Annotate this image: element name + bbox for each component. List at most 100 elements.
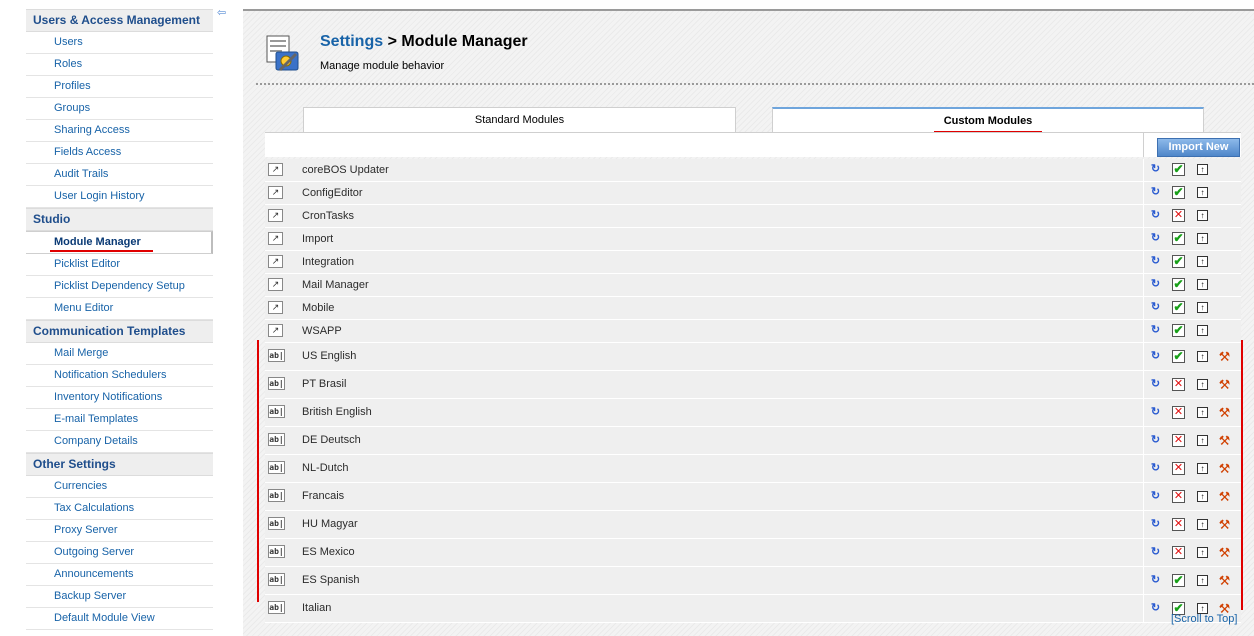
sidebar-item-roles[interactable]: Roles: [26, 54, 213, 76]
sidebar-item-module-manager[interactable]: Module Manager: [26, 231, 213, 254]
text-field-icon: ab|: [268, 573, 285, 586]
cross-icon[interactable]: ✕: [1172, 546, 1185, 559]
sidebar-item-sharing-access[interactable]: Sharing Access: [26, 120, 213, 142]
refresh-icon[interactable]: ↻: [1149, 406, 1162, 419]
export-icon[interactable]: ↑: [1197, 519, 1208, 530]
cross-icon[interactable]: ✕: [1172, 209, 1185, 222]
column-divider: [1143, 399, 1144, 426]
sidebar-item-tax-calculations[interactable]: Tax Calculations: [26, 498, 213, 520]
sidebar-item-groups[interactable]: Groups: [26, 98, 213, 120]
export-icon[interactable]: ↑: [1197, 351, 1208, 362]
sidebar-item-label: Module Manager: [54, 236, 141, 248]
export-icon[interactable]: ↑: [1197, 463, 1208, 474]
check-icon[interactable]: ✔: [1172, 324, 1185, 337]
cross-icon[interactable]: ✕: [1172, 490, 1185, 503]
collapse-sidebar-icon[interactable]: ⇦: [217, 6, 226, 19]
check-icon[interactable]: ✔: [1172, 574, 1185, 587]
refresh-icon[interactable]: ↻: [1149, 490, 1162, 503]
tab-standard-modules[interactable]: Standard Modules: [303, 107, 736, 132]
sidebar-item-announcements[interactable]: Announcements: [26, 564, 213, 586]
sidebar-item-picklist-editor[interactable]: Picklist Editor: [26, 254, 213, 276]
module-name: PT Brasil: [302, 378, 347, 390]
refresh-icon[interactable]: ↻: [1149, 232, 1162, 245]
refresh-icon[interactable]: ↻: [1149, 301, 1162, 314]
export-icon[interactable]: ↑: [1197, 256, 1208, 267]
sidebar-item-menu-editor[interactable]: Menu Editor: [26, 298, 213, 320]
export-icon[interactable]: ↑: [1197, 325, 1208, 336]
export-icon[interactable]: ↑: [1197, 575, 1208, 586]
export-icon[interactable]: ↑: [1197, 233, 1208, 244]
cross-icon[interactable]: ✕: [1172, 378, 1185, 391]
wrench-icon[interactable]: ⚒: [1218, 518, 1231, 531]
refresh-icon[interactable]: ↻: [1149, 546, 1162, 559]
external-link-icon: ↗: [268, 324, 283, 337]
export-icon[interactable]: ↑: [1197, 407, 1208, 418]
refresh-icon[interactable]: ↻: [1149, 278, 1162, 291]
sidebar-item-fields-access[interactable]: Fields Access: [26, 142, 213, 164]
refresh-icon[interactable]: ↻: [1149, 518, 1162, 531]
breadcrumb-settings-link[interactable]: Settings: [320, 33, 383, 50]
refresh-icon[interactable]: ↻: [1149, 163, 1162, 176]
refresh-icon[interactable]: ↻: [1149, 462, 1162, 475]
sidebar-item-proxy-server[interactable]: Proxy Server: [26, 520, 213, 542]
refresh-icon[interactable]: ↻: [1149, 574, 1162, 587]
refresh-icon[interactable]: ↻: [1149, 350, 1162, 363]
check-icon[interactable]: ✔: [1172, 301, 1185, 314]
check-icon[interactable]: ✔: [1172, 186, 1185, 199]
wrench-icon[interactable]: ⚒: [1218, 462, 1231, 475]
sidebar-item-picklist-dependency-setup[interactable]: Picklist Dependency Setup: [26, 276, 213, 298]
scroll-to-top-link[interactable]: [Scroll to Top]: [1171, 613, 1237, 625]
sidebar-item-label: Roles: [54, 58, 83, 70]
refresh-icon[interactable]: ↻: [1149, 324, 1162, 337]
check-icon[interactable]: ✔: [1172, 255, 1185, 268]
export-icon[interactable]: ↑: [1197, 379, 1208, 390]
tab-custom-modules[interactable]: Custom Modules: [772, 107, 1204, 133]
export-icon[interactable]: ↑: [1197, 491, 1208, 502]
sidebar-item-company-details[interactable]: Company Details: [26, 431, 213, 453]
export-icon[interactable]: ↑: [1197, 435, 1208, 446]
wrench-icon[interactable]: ⚒: [1218, 406, 1231, 419]
refresh-icon[interactable]: ↻: [1149, 434, 1162, 447]
export-icon[interactable]: ↑: [1197, 302, 1208, 313]
export-icon[interactable]: ↑: [1197, 210, 1208, 221]
refresh-icon[interactable]: ↻: [1149, 186, 1162, 199]
cross-icon[interactable]: ✕: [1172, 434, 1185, 447]
wrench-icon[interactable]: ⚒: [1218, 350, 1231, 363]
sidebar-item-default-module-view[interactable]: Default Module View: [26, 608, 213, 630]
sidebar-item-outgoing-server[interactable]: Outgoing Server: [26, 542, 213, 564]
wrench-icon[interactable]: ⚒: [1218, 434, 1231, 447]
refresh-icon[interactable]: ↻: [1149, 255, 1162, 268]
sidebar-item-backup-server[interactable]: Backup Server: [26, 586, 213, 608]
sidebar-item-profiles[interactable]: Profiles: [26, 76, 213, 98]
export-icon[interactable]: ↑: [1197, 187, 1208, 198]
sidebar-item-currencies[interactable]: Currencies: [26, 476, 213, 498]
export-icon[interactable]: ↑: [1197, 164, 1208, 175]
wrench-icon[interactable]: ⚒: [1218, 546, 1231, 559]
export-icon[interactable]: ↑: [1197, 279, 1208, 290]
import-new-button[interactable]: Import New: [1157, 138, 1240, 157]
sidebar-item-audit-trails[interactable]: Audit Trails: [26, 164, 213, 186]
refresh-icon[interactable]: ↻: [1149, 602, 1162, 615]
cross-icon[interactable]: ✕: [1172, 462, 1185, 475]
sidebar-item-user-login-history[interactable]: User Login History: [26, 186, 213, 208]
sidebar-item-mail-merge[interactable]: Mail Merge: [26, 343, 213, 365]
module-name: Import: [302, 233, 334, 245]
column-divider: [1143, 159, 1144, 181]
refresh-icon[interactable]: ↻: [1149, 209, 1162, 222]
wrench-icon[interactable]: ⚒: [1218, 574, 1231, 587]
check-icon[interactable]: ✔: [1172, 350, 1185, 363]
cross-icon[interactable]: ✕: [1172, 518, 1185, 531]
sidebar-item-inventory-notifications[interactable]: Inventory Notifications: [26, 387, 213, 409]
sidebar-item-notification-schedulers[interactable]: Notification Schedulers: [26, 365, 213, 387]
sidebar-item-e-mail-templates[interactable]: E-mail Templates: [26, 409, 213, 431]
check-icon[interactable]: ✔: [1172, 163, 1185, 176]
sidebar-item-users[interactable]: Users: [26, 32, 213, 54]
check-icon[interactable]: ✔: [1172, 278, 1185, 291]
export-icon[interactable]: ↑: [1197, 547, 1208, 558]
sidebar-item-label: Backup Server: [54, 590, 127, 602]
wrench-icon[interactable]: ⚒: [1218, 490, 1231, 503]
cross-icon[interactable]: ✕: [1172, 406, 1185, 419]
check-icon[interactable]: ✔: [1172, 232, 1185, 245]
wrench-icon[interactable]: ⚒: [1218, 378, 1231, 391]
refresh-icon[interactable]: ↻: [1149, 378, 1162, 391]
